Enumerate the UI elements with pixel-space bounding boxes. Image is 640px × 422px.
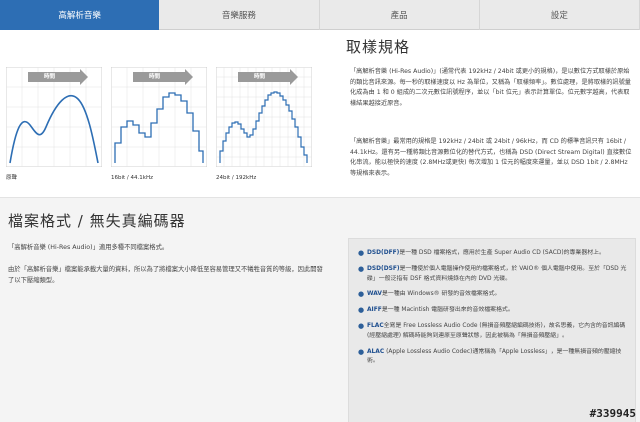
formats-title: 檔案格式 / 無失真編碼器 bbox=[8, 212, 186, 230]
format-desc: 是一種 Macintish 電腦研發出來的音效檔案格式。 bbox=[381, 307, 514, 314]
format-name: DSD(DFF) bbox=[367, 250, 400, 256]
graph-24bit: 24bit / 192kHz 時間 bbox=[216, 67, 312, 181]
bullet-icon: ● bbox=[358, 306, 365, 315]
sampling-title: 取樣規格 bbox=[346, 38, 411, 56]
formats-section: 檔案格式 / 無失真編碼器 「高解析音樂 (Hi-Res Audio)」適用多種… bbox=[0, 197, 640, 422]
graph-original: 原聲 時間 bbox=[6, 67, 102, 181]
format-desc: 是一種使於個人電腦操作使用的檔案格式，於 VAIO® 個人電腦中使用。至於「DS… bbox=[367, 265, 627, 282]
time-label-1: 時間 bbox=[44, 74, 56, 80]
format-name: WAV bbox=[367, 291, 382, 298]
format-item-alac: ● ALAC (Apple Lossless Audio Codec)通常稱為「… bbox=[357, 348, 629, 368]
format-item-wav: ● WAV是一種由 Windows® 研發的音效檔案格式。 bbox=[357, 290, 629, 300]
format-desc: (Apple Lossless Audio Codec)通常稱為「Apple L… bbox=[367, 348, 622, 365]
sampling-graphs: 原聲 時間 16bit / 44.1kHz 時間 24bit / 192kHz … bbox=[6, 67, 336, 181]
formats-intro-1: 「高解析音樂 (Hi-Res Audio)」適用多種不同檔案格式。 bbox=[8, 244, 169, 251]
graph-caption-16bit: 16bit / 44.1kHz bbox=[111, 175, 153, 181]
format-item-flac: ● FLAC全寫是 Free Lossless Audio Code (無損音頻… bbox=[357, 322, 629, 342]
graph-caption-24bit: 24bit / 192kHz bbox=[216, 175, 257, 181]
top-tab-bar: 高解析音樂 音樂服務 產品 設定 bbox=[0, 0, 640, 30]
bullet-icon: ● bbox=[358, 249, 365, 257]
bullet-icon: ● bbox=[358, 264, 365, 273]
format-item-aiff: ● AIFF是一種 Macintish 電腦研發出來的音效檔案格式。 bbox=[357, 306, 629, 316]
watermark-id: #339945 bbox=[589, 407, 636, 420]
graph-caption-original: 原聲 bbox=[6, 175, 18, 181]
format-name: DSD(DSF) bbox=[367, 265, 400, 272]
bullet-icon: ● bbox=[358, 347, 365, 356]
format-item-dsd-dsf: ● DSD(DSF)是一種使於個人電腦操作使用的檔案格式，於 VAIO® 個人電… bbox=[357, 265, 629, 285]
format-name: AIFF bbox=[367, 307, 382, 314]
tab-products[interactable]: 產品 bbox=[320, 0, 480, 30]
sampling-paragraph-2: 「高解析音樂」最常用的規格是 192kHz / 24bit 或 24bit / … bbox=[350, 138, 632, 177]
bullet-icon: ● bbox=[358, 321, 365, 330]
format-name: ALAC bbox=[367, 348, 385, 355]
tab-settings[interactable]: 設定 bbox=[480, 0, 640, 30]
sampling-paragraph-1: 「高解析音樂 (Hi-Res Audio)」(通常代表 192kHz / 24b… bbox=[350, 68, 631, 107]
time-label-2: 時間 bbox=[149, 74, 161, 80]
graph-16bit: 16bit / 44.1kHz 時間 bbox=[111, 67, 207, 181]
analog-wave-graph bbox=[6, 67, 102, 167]
format-item-dsd-dff: ● DSD(DFF)是一種 DSD 檔案格式，應用於生產 Super Audio… bbox=[357, 249, 629, 259]
format-desc: 是一種 DSD 檔案格式，應用於生產 Super Audio CD (SACD)… bbox=[399, 250, 605, 256]
format-desc: 全寫是 Free Lossless Audio Code (無損音頻壓縮編碼技術… bbox=[367, 322, 626, 339]
format-list-box: ● DSD(DFF)是一種 DSD 檔案格式，應用於生產 Super Audio… bbox=[348, 238, 636, 422]
format-desc: 是一種由 Windows® 研發的音效檔案格式。 bbox=[381, 291, 501, 298]
format-name: FLAC bbox=[367, 322, 384, 329]
tab-music-service[interactable]: 音樂服務 bbox=[159, 0, 320, 30]
bullet-icon: ● bbox=[358, 290, 365, 299]
formats-intro-2: 由於「高解析音樂」檔案能承載大量的資料，所以為了將檔案大小降低至容易管理又不犧牲… bbox=[8, 266, 323, 284]
step-wave-16bit-graph bbox=[111, 67, 207, 167]
sampling-section: 原聲 時間 16bit / 44.1kHz 時間 24bit / 192kHz … bbox=[0, 31, 640, 197]
step-wave-24bit-graph bbox=[216, 67, 312, 167]
tab-hi-res-music[interactable]: 高解析音樂 bbox=[0, 0, 160, 30]
time-label-3: 時間 bbox=[254, 74, 266, 80]
format-list: ● DSD(DFF)是一種 DSD 檔案格式，應用於生產 Super Audio… bbox=[357, 249, 629, 373]
